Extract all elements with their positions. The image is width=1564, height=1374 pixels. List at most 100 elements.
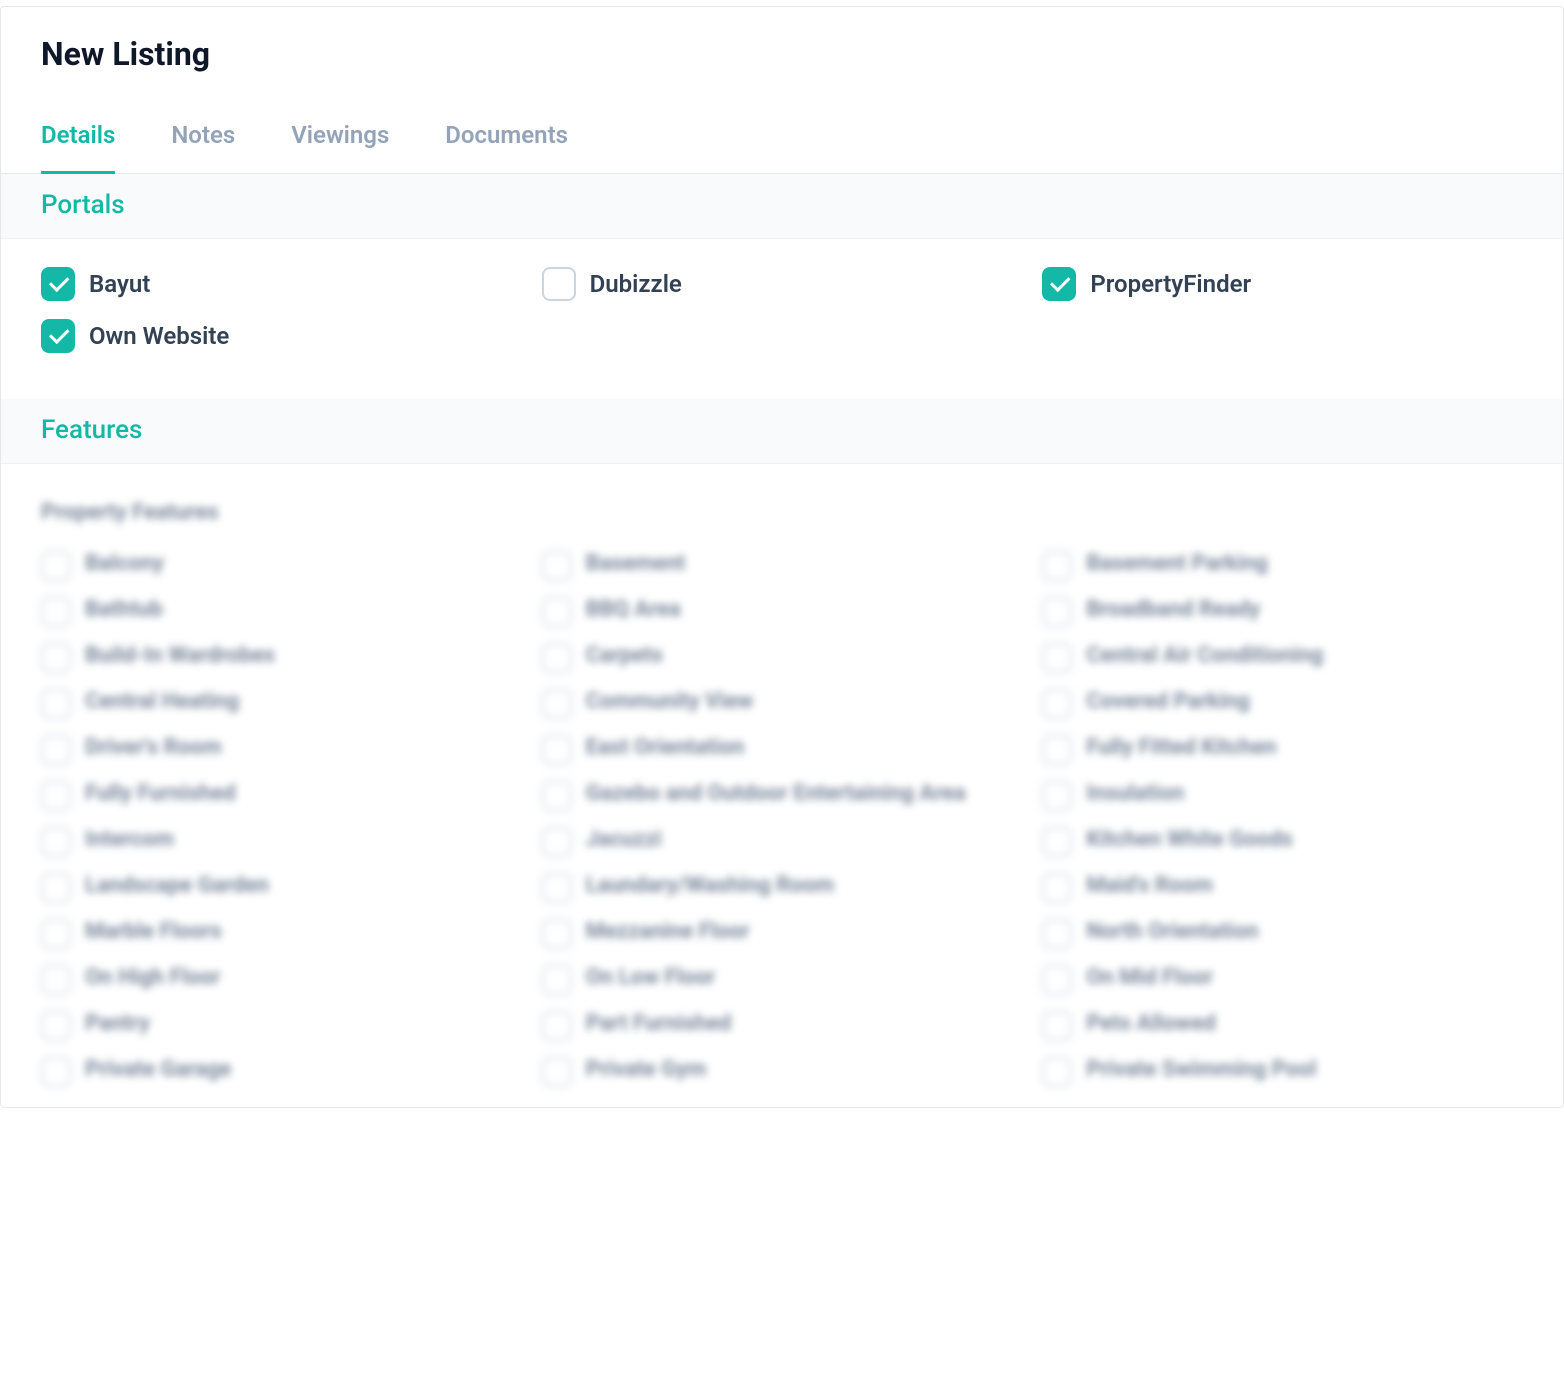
feature-item: Jacuzzi [542, 825, 1023, 857]
portal-label: PropertyFinder [1090, 270, 1251, 298]
feature-item: Part Furnished [542, 1009, 1023, 1041]
feature-checkbox[interactable] [1042, 1011, 1072, 1041]
feature-checkbox[interactable] [1042, 919, 1072, 949]
feature-label: Basement [586, 549, 686, 580]
portal-checkbox-ownwebsite[interactable] [41, 319, 75, 353]
feature-label: On Low Floor [586, 963, 716, 994]
features-section-title: Features [41, 415, 1523, 445]
feature-label: Landscape Garden [85, 871, 269, 902]
feature-checkbox[interactable] [1042, 965, 1072, 995]
page-header: New Listing [1, 7, 1563, 73]
portal-item-propertyfinder: PropertyFinder [1042, 267, 1523, 301]
feature-item: On High Floor [41, 963, 522, 995]
feature-checkbox[interactable] [1042, 781, 1072, 811]
feature-item: Landscape Garden [41, 871, 522, 903]
portal-item-bayut: Bayut [41, 267, 522, 301]
feature-item: Private Swimming Pool [1042, 1055, 1523, 1087]
portals-grid: Bayut Dubizzle PropertyFinder Own Websit… [41, 267, 1523, 353]
feature-checkbox[interactable] [41, 827, 71, 857]
tab-details[interactable]: Details [41, 121, 115, 174]
feature-item: Covered Parking [1042, 687, 1523, 719]
feature-item: Community View [542, 687, 1023, 719]
portals-section-header: Portals [1, 174, 1563, 239]
feature-label: Central Heating [85, 687, 239, 718]
feature-checkbox[interactable] [542, 919, 572, 949]
feature-item: Pets Allowed [1042, 1009, 1523, 1041]
feature-checkbox[interactable] [41, 919, 71, 949]
feature-checkbox[interactable] [1042, 1057, 1072, 1087]
feature-checkbox[interactable] [542, 689, 572, 719]
portal-checkbox-propertyfinder[interactable] [1042, 267, 1076, 301]
tab-documents[interactable]: Documents [445, 121, 568, 174]
feature-label: Carpets [586, 641, 663, 672]
feature-label: On High Floor [85, 963, 220, 994]
feature-item: Broadband Ready [1042, 595, 1523, 627]
feature-checkbox[interactable] [41, 1011, 71, 1041]
feature-checkbox[interactable] [41, 873, 71, 903]
feature-checkbox[interactable] [542, 1011, 572, 1041]
feature-checkbox[interactable] [41, 965, 71, 995]
feature-checkbox[interactable] [41, 781, 71, 811]
feature-checkbox[interactable] [542, 597, 572, 627]
feature-label: Laundary/Washing Room [586, 871, 834, 902]
portal-label: Dubizzle [590, 270, 682, 298]
feature-label: Private Gym [586, 1055, 707, 1086]
feature-checkbox[interactable] [542, 643, 572, 673]
feature-checkbox[interactable] [542, 827, 572, 857]
feature-checkbox[interactable] [542, 873, 572, 903]
feature-checkbox[interactable] [542, 551, 572, 581]
feature-checkbox[interactable] [542, 1057, 572, 1087]
feature-checkbox[interactable] [1042, 735, 1072, 765]
portal-label: Bayut [89, 270, 150, 298]
feature-item: Fully Fitted Kitchen [1042, 733, 1523, 765]
feature-checkbox[interactable] [1042, 689, 1072, 719]
feature-label: Kitchen White Goods [1086, 825, 1292, 856]
feature-checkbox[interactable] [1042, 551, 1072, 581]
feature-checkbox[interactable] [1042, 597, 1072, 627]
features-section-header: Features [1, 399, 1563, 464]
tab-viewings[interactable]: Viewings [291, 121, 389, 174]
feature-checkbox[interactable] [41, 597, 71, 627]
features-grid: BalconyBasementBasement ParkingBathtubBB… [41, 549, 1523, 1087]
portal-checkbox-bayut[interactable] [41, 267, 75, 301]
feature-checkbox[interactable] [1042, 827, 1072, 857]
feature-item: Basement Parking [1042, 549, 1523, 581]
feature-label: Gazebo and Outdoor Entertaining Area [586, 779, 966, 810]
feature-checkbox[interactable] [41, 643, 71, 673]
feature-item: Private Gym [542, 1055, 1023, 1087]
feature-label: Bathtub [85, 595, 163, 626]
feature-label: Covered Parking [1086, 687, 1250, 718]
feature-checkbox[interactable] [41, 1057, 71, 1087]
feature-checkbox[interactable] [41, 551, 71, 581]
feature-label: On Mid Floor [1086, 963, 1213, 994]
feature-item: Central Heating [41, 687, 522, 719]
feature-label: Jacuzzi [586, 825, 662, 856]
feature-item: Mezzanine Floor [542, 917, 1023, 949]
feature-checkbox[interactable] [41, 735, 71, 765]
feature-checkbox[interactable] [1042, 873, 1072, 903]
feature-item: Maid's Room [1042, 871, 1523, 903]
feature-label: Build-In Wardrobes [85, 641, 275, 672]
feature-checkbox[interactable] [41, 689, 71, 719]
portal-label: Own Website [89, 322, 229, 350]
portal-checkbox-dubizzle[interactable] [542, 267, 576, 301]
feature-checkbox[interactable] [1042, 643, 1072, 673]
feature-label: North Orientation [1086, 917, 1258, 948]
features-body: Property Features BalconyBasementBasemen… [1, 464, 1563, 1107]
features-subheading: Property Features [41, 500, 1523, 525]
feature-checkbox[interactable] [542, 965, 572, 995]
feature-label: Community View [586, 687, 754, 718]
tab-notes[interactable]: Notes [171, 121, 235, 174]
feature-item: Build-In Wardrobes [41, 641, 522, 673]
feature-label: Maid's Room [1086, 871, 1213, 902]
feature-label: Central Air Conditioning [1086, 641, 1323, 672]
feature-label: Insulation [1086, 779, 1184, 810]
feature-checkbox[interactable] [542, 781, 572, 811]
feature-item: Private Garage [41, 1055, 522, 1087]
feature-checkbox[interactable] [542, 735, 572, 765]
feature-label: Private Swimming Pool [1086, 1055, 1316, 1086]
feature-item: Bathtub [41, 595, 522, 627]
feature-label: Basement Parking [1086, 549, 1268, 580]
feature-item: Fully Furnished [41, 779, 522, 811]
feature-item: On Mid Floor [1042, 963, 1523, 995]
